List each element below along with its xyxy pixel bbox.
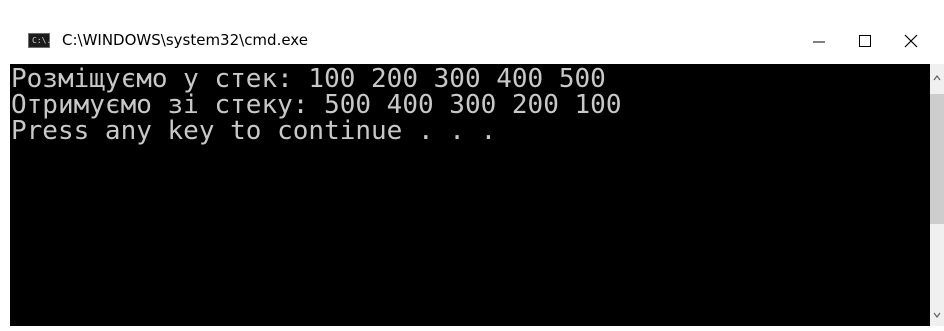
close-icon: [904, 34, 918, 48]
minimize-button[interactable]: [796, 18, 842, 62]
maximize-button[interactable]: [842, 18, 888, 62]
console-output[interactable]: Розміщуємо у стек: 100 200 300 400 500 О…: [10, 64, 930, 326]
console-line-1: Розміщуємо у стек: 100 200 300 400 500: [11, 64, 606, 94]
maximize-icon: [859, 35, 871, 47]
close-button[interactable]: [888, 18, 934, 62]
vertical-scrollbar[interactable]: [930, 64, 944, 326]
console-line-2: Отримуємо зі стеку: 500 400 300 200 100: [11, 90, 622, 120]
title-bar[interactable]: C:\. C:\WINDOWS\system32\cmd.exe: [0, 0, 944, 64]
cmd-console-icon[interactable]: C:\.: [28, 33, 52, 48]
scroll-up-button[interactable]: [930, 64, 944, 90]
minimize-icon: [813, 41, 825, 43]
scroll-up-arrow-icon: [933, 75, 941, 81]
scroll-down-button[interactable]: [930, 304, 944, 326]
cmd-window: C:\. C:\WINDOWS\system32\cmd.exe Розміщу…: [0, 0, 944, 326]
scroll-down-arrow-icon: [933, 312, 941, 318]
window-title: C:\WINDOWS\system32\cmd.exe: [62, 31, 308, 49]
cmd-icon-text: C:\.: [32, 36, 52, 45]
scroll-thumb[interactable]: [930, 94, 944, 224]
console-line-3: Press any key to continue . . .: [11, 116, 497, 146]
